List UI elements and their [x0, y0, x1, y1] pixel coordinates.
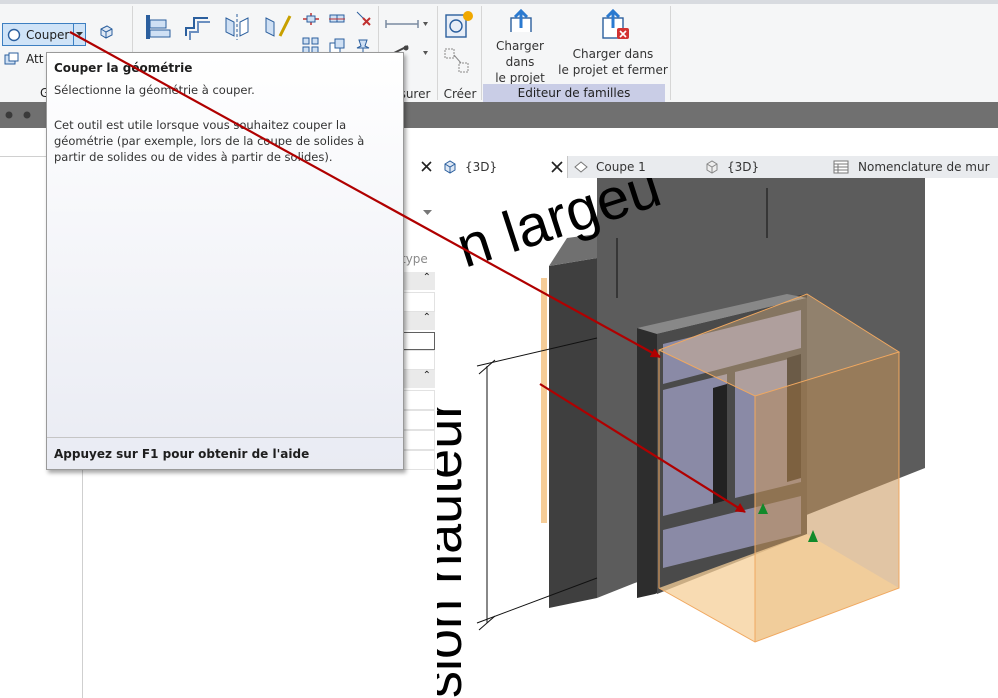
collapse-icon: ⌃: [422, 312, 431, 323]
dimension-text-height: sion hauteur: [437, 401, 473, 698]
wall-side-face: [549, 258, 597, 608]
family-editor-panel-label: Editeur de familles: [483, 84, 665, 102]
schedule-icon: [833, 160, 849, 174]
copy-icon: [329, 14, 345, 23]
properties-row[interactable]: [401, 292, 435, 312]
properties-row[interactable]: [401, 390, 435, 410]
properties-section-header[interactable]: ⌃: [401, 312, 435, 330]
align-icon: [146, 15, 171, 39]
tab-label: {3D}: [465, 160, 498, 174]
create-group-label: Créer: [443, 87, 477, 101]
tooltip-help: Appuyez sur F1 pour obtenir de l'aide: [47, 437, 403, 461]
create-component-button[interactable]: [442, 8, 476, 42]
properties-row[interactable]: [401, 430, 435, 450]
offset-tool-button[interactable]: [180, 10, 214, 44]
move-icon: [303, 13, 319, 25]
measure-icon: [385, 20, 428, 28]
view-tabs: {3D} Coupe 1 {3D} Nomenclature de mur: [437, 156, 998, 179]
load-and-close-label-1: Charger dans: [572, 47, 654, 61]
tooltip-subtitle: Sélectionne la géométrie à couper.: [54, 83, 255, 97]
tab-nomenclature-de-mur[interactable]: Nomenclature de mur: [833, 156, 998, 178]
mirror-draw-button[interactable]: [260, 10, 294, 44]
void-left-edge: [541, 278, 547, 523]
load-into-project-icon: [510, 8, 532, 32]
close-icon: [420, 161, 432, 172]
tab-label: Nomenclature de mur: [858, 160, 990, 174]
options-settings-icon: [23, 111, 31, 119]
tooltip-description: Cet outil est utile lorsque vous souhait…: [54, 118, 365, 164]
couper-dropdown-button[interactable]: [73, 23, 86, 46]
load-into-project-label-1: Charger dans: [496, 39, 544, 69]
mirror-axis-icon: [225, 14, 249, 40]
couper-label: Couper: [26, 27, 70, 42]
close-icon[interactable]: [551, 161, 563, 173]
properties-close-button[interactable]: [418, 158, 434, 176]
mirror-draw-icon: [265, 15, 292, 37]
tab-3d-active[interactable]: {3D}: [437, 156, 568, 178]
ribbon-separator: [437, 6, 438, 100]
tooltip: Couper la géométrie Sélectionne la géomé…: [46, 52, 404, 470]
tab-coupe-1[interactable]: Coupe 1: [571, 156, 691, 178]
create-component-icon: [445, 11, 473, 38]
create-group-button[interactable]: [442, 46, 472, 76]
mullion-dark: [713, 384, 727, 504]
move-tool-button[interactable]: [300, 10, 322, 28]
tab-3d[interactable]: {3D}: [703, 156, 813, 178]
properties-section-header[interactable]: ⌃: [401, 272, 435, 290]
couper-button[interactable]: Couper: [2, 23, 74, 46]
load-and-close-label-2: le projet et fermer: [558, 63, 668, 77]
cut-geometry-icon: [7, 28, 21, 41]
properties-row[interactable]: [401, 350, 435, 370]
join-geometry-icon: [4, 52, 19, 65]
align-tool-button[interactable]: [140, 10, 174, 44]
type-selector-dropdown[interactable]: [401, 204, 435, 222]
3d-view-icon: [706, 160, 718, 174]
family-editor-label: Editeur de familles: [517, 86, 631, 100]
chevron-down-icon: [423, 210, 432, 215]
tooltip-title: Couper la géométrie: [54, 61, 193, 75]
load-and-close-icon: [602, 8, 629, 39]
ribbon-separator: [481, 6, 482, 100]
load-into-project-button[interactable]: Charger dans le projet: [490, 8, 550, 86]
cube-tool-button[interactable]: [96, 22, 116, 42]
properties-section-header[interactable]: ⌃: [401, 370, 435, 388]
properties-row[interactable]: [401, 410, 435, 430]
section-view-icon: [574, 161, 588, 173]
3d-viewport[interactable]: n largeu sion hauteur: [437, 178, 998, 698]
copy-tool-button[interactable]: [326, 10, 348, 28]
create-group-icon: [444, 48, 469, 73]
edit-type-label: type: [401, 252, 428, 266]
load-and-close-button[interactable]: Charger dans le projet et fermer: [558, 8, 668, 86]
3d-model-canvas: n largeu sion hauteur: [437, 178, 925, 698]
cube-icon: [100, 25, 113, 39]
offset-icon: [185, 17, 210, 40]
delete-icon: [356, 11, 371, 26]
tab-label: Coupe 1: [596, 160, 646, 174]
measure-tool-button[interactable]: [383, 14, 429, 34]
collapse-icon: ⌃: [422, 370, 431, 381]
options-grip-icon: [5, 111, 13, 119]
delete-tool-button[interactable]: [352, 8, 374, 28]
properties-row[interactable]: [401, 450, 435, 470]
tab-label: {3D}: [727, 160, 760, 174]
mirror-axis-button[interactable]: [220, 10, 254, 44]
chevron-down-icon: [76, 32, 83, 36]
collapse-icon: ⌃: [422, 272, 431, 283]
ribbon-separator: [670, 6, 671, 100]
attacher-label: Att: [26, 52, 44, 66]
3d-view-icon: [444, 160, 456, 174]
ribbon-top-strip: [0, 0, 998, 4]
properties-input[interactable]: [401, 332, 435, 350]
